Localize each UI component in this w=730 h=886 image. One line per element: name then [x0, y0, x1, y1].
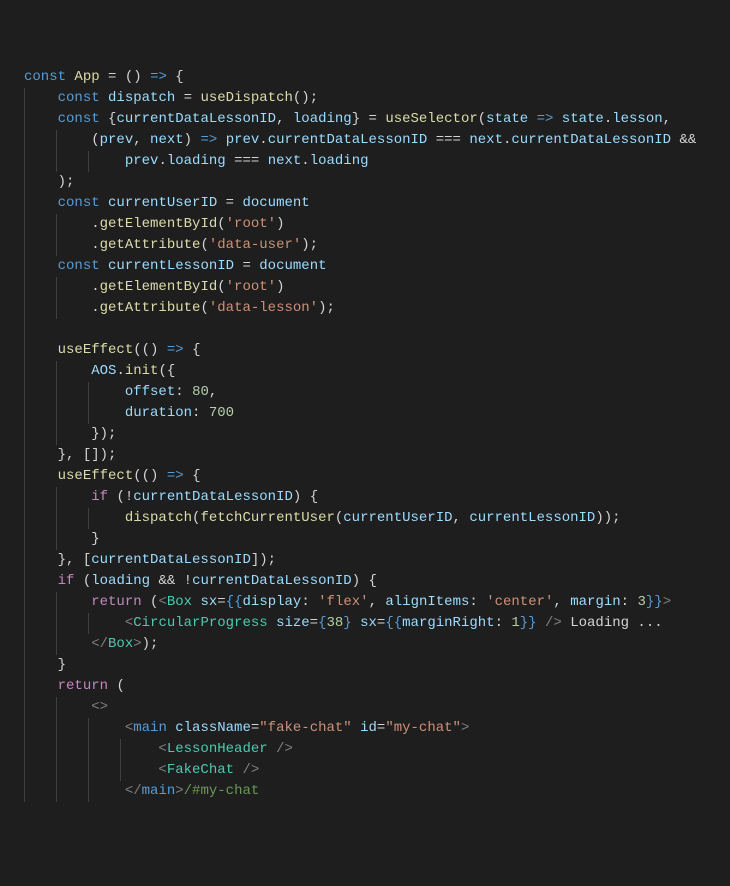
code-editor[interactable]: const App = () => { const dispatch = use… — [20, 67, 730, 802]
